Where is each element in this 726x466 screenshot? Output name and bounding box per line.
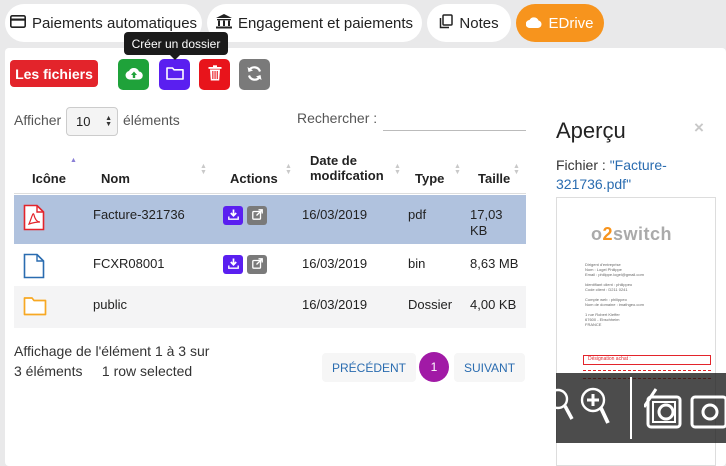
refresh-icon	[246, 65, 263, 85]
file-date: 16/03/2019	[302, 297, 368, 312]
download-icon	[227, 208, 239, 223]
preview-title: Aperçu	[556, 118, 626, 143]
zoom-in-icon[interactable]	[580, 387, 610, 430]
file-icon	[23, 253, 45, 282]
table-header: Icône ▲ Nom ▲ ▼ Actions ▲ ▼ Date de modifca…	[14, 146, 526, 194]
select-arrows-icon: ▲ ▼	[105, 115, 112, 128]
download-button[interactable]	[223, 206, 243, 225]
table-row[interactable]: FCXR08001 16/03/2019 bin 8,63 MB	[14, 244, 526, 286]
file-name[interactable]: FCXR08001	[93, 256, 165, 271]
file-size: 4,00 KB	[470, 297, 517, 312]
fullscreen-icon[interactable]	[690, 387, 726, 434]
preview-toolbar	[547, 373, 726, 443]
sort-icon: ▲ ▼	[200, 163, 207, 176]
credit-card-icon	[9, 14, 26, 32]
file-name[interactable]: Facture-321736	[93, 207, 185, 222]
folder-icon	[23, 296, 47, 319]
tab-engagement-et-paiements[interactable]: Engagement et paiements	[207, 4, 422, 42]
sort-icon: ▲ ▼	[513, 163, 520, 176]
file-size: 8,63 MB	[470, 256, 519, 271]
column-header-actions[interactable]: Actions	[230, 171, 278, 186]
table-info: Affichage de l'élément 1 à 3 sur 3 éléme…	[14, 341, 209, 381]
file-type: bin	[408, 256, 426, 271]
page-length-suffix: éléments	[123, 112, 180, 128]
file-size-unit: KB	[470, 223, 488, 238]
tab-bar: Paiements automatiques Engagement et pai…	[0, 0, 726, 46]
pdf-address-block: Dirigent d'entreprise Nom : Logel Philip…	[585, 262, 644, 327]
pdf-designation-label: Désignation achat :	[588, 356, 631, 362]
header-date-line1: Date de	[310, 153, 357, 168]
column-header-type[interactable]: Type	[415, 171, 444, 186]
folder-icon	[165, 66, 184, 83]
file-date: 16/03/2019	[302, 207, 368, 222]
tab-label: Paiements automatiques	[31, 14, 198, 32]
sort-icon: ▲	[70, 157, 77, 164]
file-type: Dossier	[408, 297, 453, 312]
create-folder-tooltip: Créer un dossier	[124, 32, 228, 60]
tab-label: Engagement et paiements	[237, 14, 414, 32]
notes-icon	[439, 13, 454, 33]
table-info-line1: Affichage de l'élément 1 à 3 sur	[14, 343, 210, 359]
file-size-value: 17,03	[470, 207, 503, 222]
pagination-page[interactable]: 1	[419, 352, 449, 382]
sort-icon: ▲ ▼	[394, 163, 401, 176]
pdf-line: FRANCE	[585, 322, 602, 327]
share-button[interactable]	[247, 206, 267, 225]
logo-part: o	[591, 224, 603, 244]
page-length-prefix: Afficher	[14, 112, 62, 128]
sort-icon: ▲ ▼	[454, 163, 461, 176]
trash-icon	[208, 65, 222, 84]
upload-button[interactable]	[118, 59, 149, 90]
delete-button[interactable]	[199, 59, 230, 90]
sort-icon: ▲ ▼	[285, 163, 292, 176]
cloud-icon	[526, 15, 542, 32]
file-date: 16/03/2019	[302, 256, 368, 271]
column-header-icon[interactable]: Icône	[32, 171, 66, 186]
file-size: 17,03 KB	[470, 207, 503, 239]
search-label: Rechercher :	[297, 110, 378, 126]
close-icon[interactable]: ×	[694, 118, 704, 138]
preview-file-label: Fichier :	[556, 157, 610, 173]
table-row[interactable]: Facture-321736 16/03/2019 pdf 17,03 KB	[14, 195, 526, 244]
pdf-line: Nom de domaine : imathgeo.com	[585, 302, 644, 307]
column-header-size[interactable]: Taille	[478, 171, 510, 186]
file-type: pdf	[408, 207, 427, 222]
share-icon	[251, 257, 263, 272]
pdf-line: Email : philippe.logel@gmail.com	[585, 272, 644, 277]
tab-label: Notes	[459, 14, 499, 32]
upload-cloud-icon	[125, 66, 143, 83]
preview-file: Fichier : "Facture-321736.pdf"	[556, 156, 706, 194]
header-date-line2: modifcation	[310, 168, 384, 183]
bank-icon	[215, 13, 232, 33]
toolbar-divider	[630, 377, 632, 439]
table-info-line2: 3 éléments 1 row selected	[14, 363, 193, 379]
pdf-divider	[583, 370, 711, 371]
files-button[interactable]: Les fichiers	[10, 60, 98, 87]
refresh-button[interactable]	[239, 59, 270, 90]
pdf-line: Code client : D211 0241	[585, 287, 628, 292]
table-row[interactable]: public 16/03/2019 Dossier 4,00 KB	[14, 286, 526, 328]
pagination-previous[interactable]: PRÉCÉDENT	[322, 353, 416, 382]
column-header-name[interactable]: Nom	[101, 171, 130, 186]
search-input[interactable]	[383, 110, 526, 131]
share-button[interactable]	[247, 255, 267, 274]
tab-edrive[interactable]: EDrive	[516, 4, 604, 42]
logo-part: 2	[602, 224, 614, 244]
share-icon	[251, 208, 263, 223]
fit-page-icon[interactable]	[642, 387, 684, 434]
tab-label: EDrive	[548, 14, 594, 32]
o2switch-logo: o2switch	[591, 224, 672, 245]
page-length-value: 10	[76, 114, 91, 129]
pdf-file-icon	[23, 204, 45, 234]
pagination-next[interactable]: SUIVANT	[454, 353, 525, 382]
create-folder-button[interactable]	[159, 59, 190, 90]
download-icon	[227, 257, 239, 272]
logo-part: switch	[613, 224, 673, 244]
file-name[interactable]: public	[93, 297, 127, 312]
download-button[interactable]	[223, 255, 243, 274]
column-header-date[interactable]: Date de modifcation	[310, 153, 384, 183]
tab-notes[interactable]: Notes	[427, 4, 511, 42]
zoom-out-icon[interactable]	[547, 387, 574, 426]
page-length-select[interactable]: 10 ▲ ▼	[66, 107, 118, 136]
